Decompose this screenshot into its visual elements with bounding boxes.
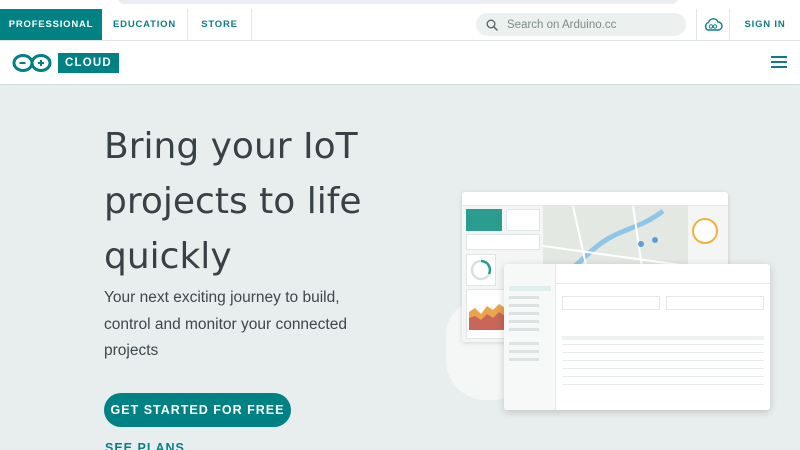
hamburger-menu-icon[interactable] [771,56,787,70]
scroll-indicator [118,0,678,4]
area-chart-icon [469,304,505,330]
tab-education[interactable]: EDUCATION [102,9,188,40]
menu-line [771,61,787,63]
hero-subtitle-line: Your next exciting journey to build, [104,289,340,306]
gauge-widget [466,254,496,286]
table-row [562,368,764,369]
menu-line [771,56,787,58]
cloud-icon-button[interactable] [696,9,730,40]
sidebar-row [509,350,539,353]
sidebar-row [509,358,539,361]
dashboard-header [462,192,728,206]
stepper-widget [466,234,540,250]
arduino-logo[interactable] [12,53,52,73]
top-strip [0,0,800,9]
sidebar-row [509,304,539,307]
hero-title-line: quickly [104,236,232,277]
dial-icon [692,218,718,244]
device-card [562,296,660,310]
see-plans-link[interactable]: SEE PLANS [105,441,185,450]
dashboard-sidebar [504,264,556,410]
sidebar-row [509,342,539,345]
table-row [562,384,764,385]
top-navigation: PROFESSIONAL EDUCATION STORE Search on A… [0,0,800,41]
switch-widget [466,209,502,231]
sign-in-button[interactable]: SIGN IN [730,9,800,40]
hero-title-line: Bring your IoT [104,126,358,167]
table-row [562,376,764,377]
dial-widget [686,209,724,249]
cloud-product-label[interactable]: CLOUD [58,53,119,73]
search-icon [486,19,498,31]
cloud-icon [704,18,723,31]
product-bar: CLOUD [0,41,800,85]
chart-widget [466,289,508,339]
tab-professional[interactable]: PROFESSIONAL [0,9,102,40]
device-card [666,296,764,310]
hero-title-line: projects to life [104,181,362,222]
sidebar-row [509,312,539,315]
hero-subtitle-line: control and monitor your connected [104,315,347,333]
hero-title: Bring your IoT projects to life quickly [104,119,444,284]
dashboard-topbar [556,264,770,284]
value-widget [506,209,540,231]
hero-subtitle: Your next exciting journey to build, con… [104,285,394,365]
hero-subtitle-line: projects [104,342,159,359]
dashboard-preview-front [504,264,770,410]
table-row [562,352,764,353]
table-header [562,336,764,340]
search-placeholder: Search on Arduino.cc [507,18,617,31]
table-row [562,344,764,345]
sidebar-row [509,328,539,331]
gauge-icon [470,259,492,281]
sidebar-row [509,286,551,291]
menu-line [771,66,787,68]
get-started-button[interactable]: GET STARTED FOR FREE [104,393,291,427]
sidebar-row [509,320,539,323]
tab-store[interactable]: STORE [188,9,252,40]
table-row [562,360,764,361]
search-input[interactable]: Search on Arduino.cc [476,13,686,36]
sidebar-row [509,296,539,299]
